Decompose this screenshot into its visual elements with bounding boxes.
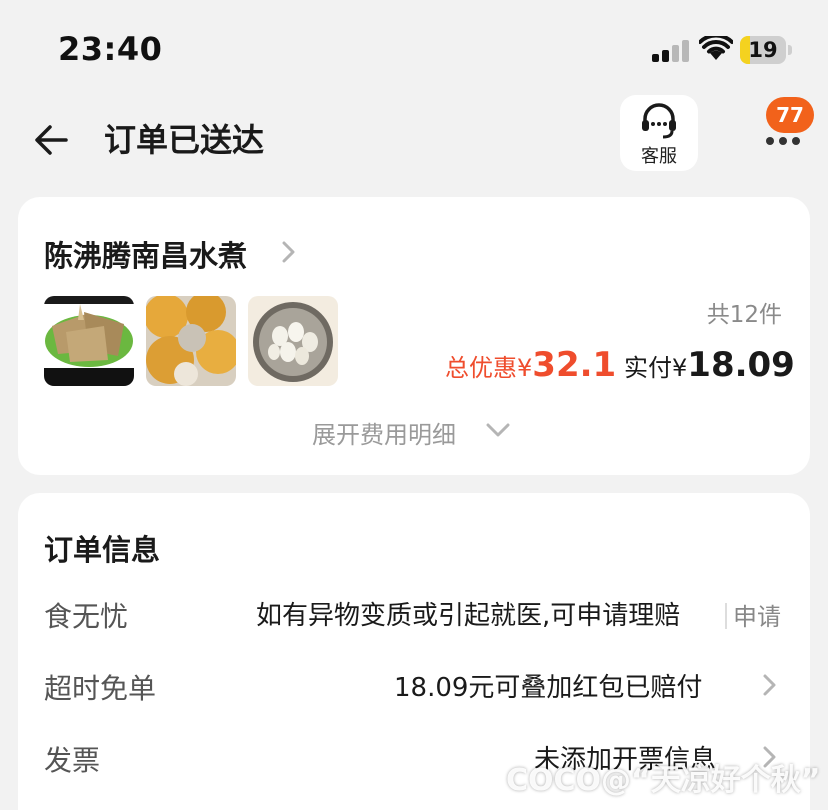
amount-paid-value: 18.09 [687,345,795,385]
customer-service-button[interactable]: 客服 [620,95,698,171]
food-thumbnail-2[interactable] [146,296,236,386]
food-thumbnail-3[interactable] [248,296,338,386]
watermark: COCO@“天凉好个秋” [506,763,821,798]
overtime-free-label: 超时免单 [44,672,157,705]
status-bar: 23:40 19 [0,0,828,100]
apply-claim-link[interactable]: 申请 [733,597,781,632]
arrow-left-icon[interactable] [30,118,74,162]
overtime-free-value[interactable]: 18.09元可叠加红包已赔付 [394,667,702,704]
page-title: 订单已送达 [104,121,265,159]
total-discount: 总优惠¥32.1 [445,345,616,385]
status-time: 23:40 [58,30,163,68]
item-count: 共12件 [706,302,782,328]
headset-icon [642,103,676,139]
shop-order-card: 陈沸腾南昌水煮 共12件 总优惠¥32.1 实付¥18.09 展开费用明细 [18,197,810,475]
more-dots-icon [766,137,800,145]
chevron-right-icon[interactable] [278,237,300,267]
food-thumbnail-1[interactable] [44,296,134,386]
total-discount-value: 32.1 [532,345,617,385]
amount-paid-label: 实付¥ [624,354,688,382]
expand-fee-details[interactable]: 展开费用明细 [312,415,456,450]
notification-badge: 77 [766,97,814,133]
food-guarantee-value: 如有异物变质或引起就医,可申请理赔 [256,601,681,631]
shop-name[interactable]: 陈沸腾南昌水煮 [44,233,247,275]
invoice-label: 发票 [44,744,101,777]
cellular-signal-icon [652,40,692,62]
food-guarantee-label: 食无忧 [44,600,129,633]
battery-icon: 19 [740,36,792,64]
customer-service-label: 客服 [641,146,677,167]
chevron-right-icon[interactable] [762,671,778,699]
amount-paid: 实付¥18.09 [624,345,795,385]
divider [725,603,727,629]
wifi-icon [699,36,733,60]
chevron-down-icon[interactable] [484,419,512,441]
total-discount-label: 总优惠¥ [445,354,533,382]
battery-level: 19 [748,38,778,62]
order-info-title: 订单信息 [44,533,161,567]
